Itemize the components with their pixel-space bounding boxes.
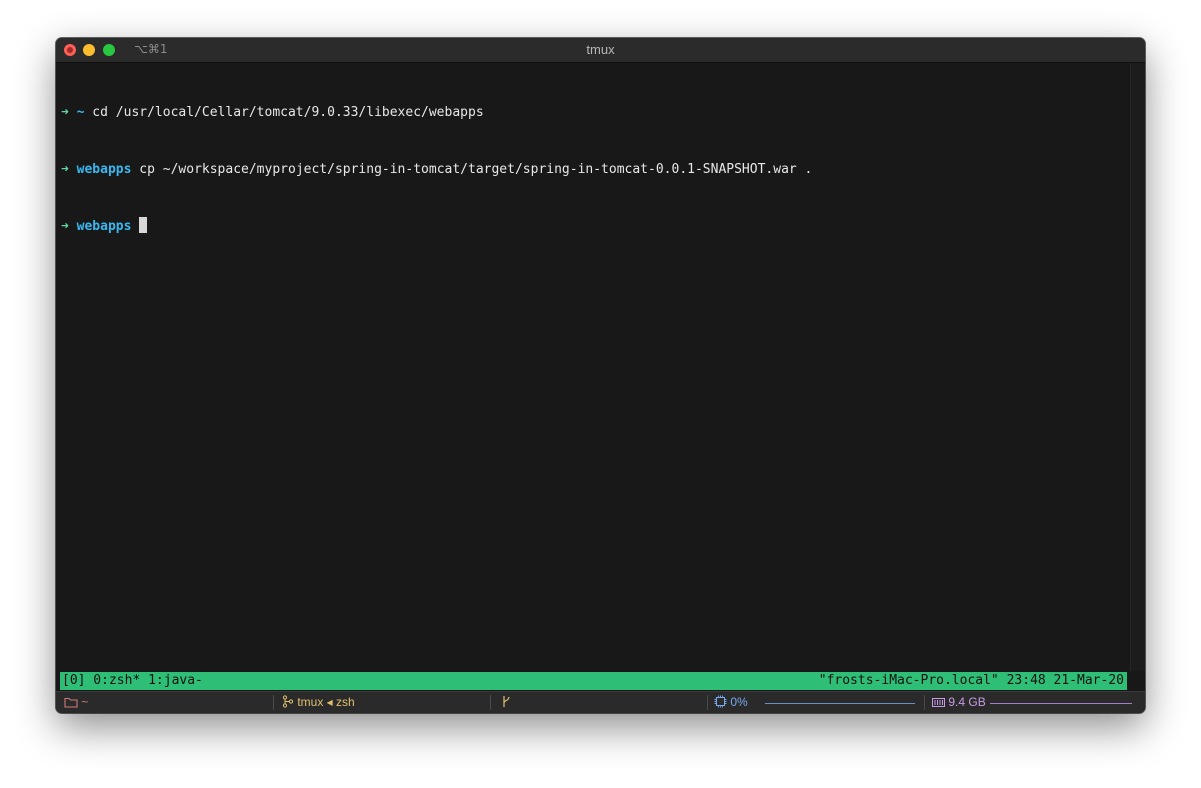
session-segment[interactable]: tmux ◂ zsh [282,692,355,713]
segment-divider [490,695,491,710]
tmux-icon [282,695,294,708]
memory-segment[interactable]: 9.4 GB [932,692,986,713]
folder-segment[interactable]: ~ [64,692,88,713]
git-segment[interactable] [501,692,511,713]
terminal-line: ➜ ~ cd /usr/local/Cellar/tomcat/9.0.33/l… [61,103,1131,122]
memory-label: 9.4 GB [948,695,986,709]
cpu-sparkline [765,701,915,704]
segment-divider [924,695,925,710]
cpu-segment[interactable]: 0% [714,692,748,713]
session-label: tmux ◂ zsh [297,695,355,709]
tmux-window-list[interactable]: [0] 0:zsh* 1:java- [62,672,203,690]
cpu-label: 0% [730,695,748,709]
scrollbar-track[interactable] [1130,63,1145,671]
folder-label: ~ [81,695,89,709]
memory-sparkline [990,701,1132,704]
cpu-icon [714,695,727,708]
command-text [131,219,139,234]
terminal-output[interactable]: ➜ ~ cd /usr/local/Cellar/tomcat/9.0.33/l… [56,63,1131,671]
command-text: cp ~/workspace/myproject/spring-in-tomca… [131,162,813,177]
segment-divider [273,695,274,710]
folder-icon [64,697,78,708]
title-bar: ⌥⌘1 tmux [56,38,1145,63]
command-text: cd /usr/local/Cellar/tomcat/9.0.33/libex… [84,105,484,120]
prompt-directory: webapps [76,162,132,177]
git-branch-icon [503,696,510,707]
memory-icon [932,698,945,707]
prompt-arrow: ➜ [61,162,69,177]
tmux-host-clock: "frosts-iMac-Pro.local" 23:48 21-Mar-20 [818,673,1124,688]
terminal-line: ➜ webapps [61,217,1131,236]
prompt-directory: webapps [76,219,132,234]
terminal-line: ➜ webapps cp ~/workspace/myproject/sprin… [61,160,1131,179]
text-cursor [139,217,148,233]
segment-divider [707,695,708,710]
tmux-status-bar: [0] 0:zsh* 1:java- "frosts-iMac-Pro.loca… [60,672,1127,690]
prompt-arrow: ➜ [61,105,69,120]
terminal-window: ⌥⌘1 tmux ➜ ~ cd /usr/local/Cellar/tomcat… [56,38,1145,713]
window-title: tmux [586,42,615,57]
status-bar: ~ tmux ◂ zsh 0% 9.4 GB [56,691,1145,713]
prompt-arrow: ➜ [61,219,69,234]
